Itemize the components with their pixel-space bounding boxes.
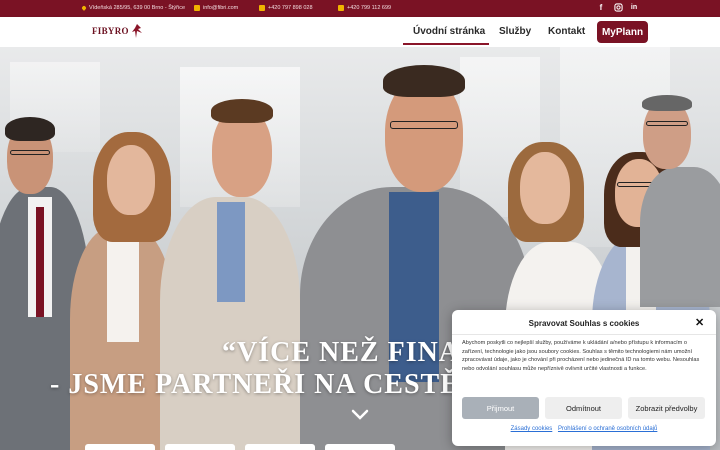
content-card-edge [325, 444, 395, 450]
content-card-edge [85, 444, 155, 450]
linkedin-icon[interactable]: in [629, 3, 639, 13]
nav-contact[interactable]: Kontakt [548, 26, 585, 37]
phone2-info[interactable]: +420 799 112 699 [338, 5, 391, 11]
location-pin-icon [81, 5, 87, 11]
logo-text: FIBYRO [92, 26, 129, 36]
divider [452, 334, 716, 335]
site-header: FIBYRO Úvodní stránka Služby Kontakt MyP… [0, 17, 720, 47]
logo-mark-icon [131, 24, 142, 38]
email-info[interactable]: info@fibri.com [194, 5, 238, 11]
phone2-text[interactable]: +420 799 112 699 [347, 5, 391, 11]
envelope-icon [194, 5, 200, 11]
facebook-icon[interactable]: f [596, 3, 606, 13]
address-info: Vídeňská 285/95, 639 00 Brno - Štýřice [81, 5, 186, 11]
nav-home[interactable]: Úvodní stránka [413, 26, 485, 37]
chevron-down-icon[interactable] [351, 409, 369, 421]
phone-icon [338, 5, 344, 11]
accept-button[interactable]: Přijmout [462, 397, 539, 419]
close-icon[interactable]: ✕ [695, 318, 704, 329]
site-logo[interactable]: FIBYRO [92, 23, 143, 39]
phone1-info[interactable]: +420 797 898 028 [259, 5, 313, 11]
content-card-edge [245, 444, 315, 450]
hero-quote-line2: - JSME PARTNEŘI NA CESTĚ [50, 369, 460, 400]
phone1-text[interactable]: +420 797 898 028 [268, 5, 313, 11]
instagram-icon[interactable] [613, 3, 623, 13]
privacy-statement-link[interactable]: Prohlášení o ochraně osobních údajů [558, 426, 657, 432]
address-text: Vídeňská 285/95, 639 00 Brno - Štýřice [89, 5, 186, 11]
cookie-links: Zásady cookies Prohlášení o ochraně osob… [452, 426, 716, 432]
deny-button[interactable]: Odmítnout [545, 397, 622, 419]
preferences-button[interactable]: Zobrazit předvolby [628, 397, 705, 419]
hero-quote-line1: “VÍCE NEŽ FINAN [222, 337, 482, 368]
top-info-bar: Vídeňská 285/95, 639 00 Brno - Štýřice i… [0, 0, 720, 17]
active-nav-underline [403, 43, 489, 45]
phone-icon [259, 5, 265, 11]
nav-services[interactable]: Služby [499, 26, 531, 37]
cookie-policy-link[interactable]: Zásady cookies [511, 426, 553, 432]
email-text[interactable]: info@fibri.com [203, 5, 238, 11]
cookie-dialog-title: Spravovat Souhlas s cookies [528, 319, 640, 328]
content-card-edge [165, 444, 235, 450]
cookie-description: Abychom poskytli co nejlepší služby, pou… [462, 340, 700, 372]
myplann-button[interactable]: MyPlann [597, 21, 648, 43]
cookie-consent-dialog: Spravovat Souhlas s cookies ✕ Abychom po… [452, 310, 716, 446]
